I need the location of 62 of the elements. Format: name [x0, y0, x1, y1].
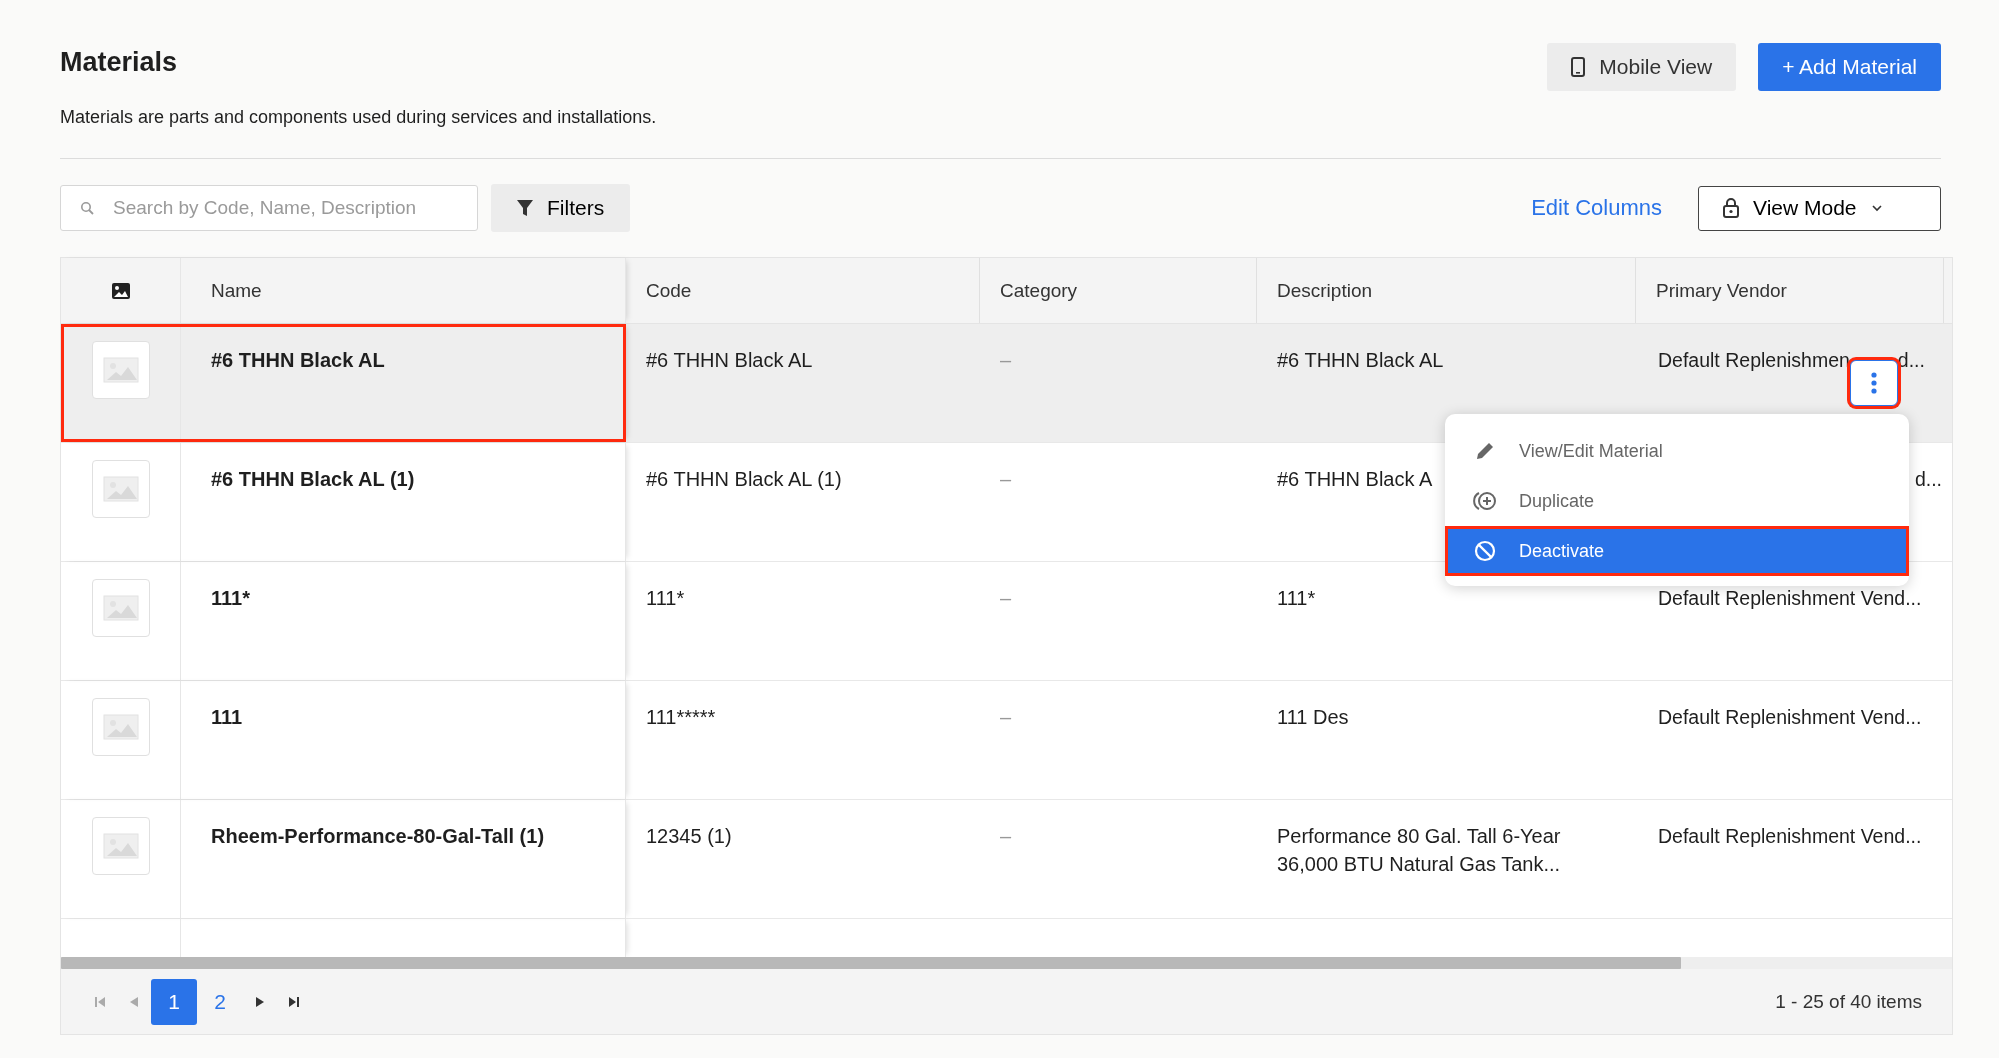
edit-columns-link[interactable]: Edit Columns: [1531, 195, 1662, 221]
items-count: 1 - 25 of 40 items: [1775, 990, 1922, 1013]
add-material-button[interactable]: + Add Material: [1758, 43, 1941, 91]
column-header[interactable]: Description: [1257, 258, 1636, 323]
table-cell-text: d...: [1914, 467, 1942, 492]
table-cell: #6 THHN Black A: [1277, 468, 1433, 490]
next-page-icon[interactable]: [256, 996, 264, 1007]
vertical-dots-icon: [1870, 372, 1877, 394]
mobile-view-button[interactable]: Mobile View: [1547, 43, 1737, 91]
table-cell: –: [1000, 825, 1012, 847]
pencil-icon: [1475, 441, 1495, 461]
menu-item[interactable]: Deactivate: [1445, 526, 1909, 576]
table-cell: #6 THHN Black AL: [1277, 349, 1444, 371]
page-button[interactable]: 2: [197, 978, 243, 1025]
menu-item[interactable]: Duplicate: [1445, 476, 1909, 526]
table-cell-text: Default Replenishment Vend...: [1658, 824, 1922, 849]
image-placeholder-icon: [91, 698, 150, 756]
filter-icon: [517, 199, 533, 217]
page-button[interactable]: 1: [151, 978, 197, 1025]
table-cell: 111*: [181, 562, 626, 680]
lock-icon: [1723, 198, 1739, 218]
table-cell-text: Default Replenishmen: [1658, 348, 1850, 373]
view-mode-dropdown[interactable]: View Mode: [1698, 185, 1941, 231]
table-cell: 111 Des: [1277, 706, 1349, 728]
table-cell: 111: [181, 681, 626, 799]
phone-icon: [1571, 57, 1586, 77]
filters-button[interactable]: Filters: [491, 184, 631, 232]
table-cell: –: [1000, 468, 1012, 490]
more-options-button[interactable]: [1849, 360, 1898, 406]
last-page-icon[interactable]: [289, 996, 299, 1007]
table-cell-text: Default Replenishment Vend...: [1658, 705, 1922, 730]
column-header[interactable]: Primary Vendor: [1636, 258, 1944, 323]
menu-item[interactable]: View/Edit Material: [1445, 426, 1909, 476]
table-cell: Performance 80 Gal. Tall 6-Year 36,000 BTU Natural Gas Tank...: [1277, 825, 1561, 875]
table-cell: 111*: [1277, 587, 1316, 609]
image-placeholder-icon: [91, 341, 150, 399]
page-title: Materials: [60, 46, 179, 78]
table-cell: #6 THHN Black AL: [181, 324, 626, 442]
table-cell-text: 12345 (1): [645, 824, 733, 849]
block-icon: [1474, 540, 1496, 562]
scrollbar-thumb[interactable]: [61, 957, 1681, 969]
table-cell-text: 111*****: [645, 705, 717, 730]
table-cell-text: #6 THHN Black AL: [645, 348, 814, 373]
table-cell: #6 THHN Black AL (1): [181, 443, 626, 561]
image-icon: [111, 282, 130, 299]
column-header[interactable]: Category: [980, 258, 1257, 323]
image-placeholder-icon: [91, 579, 150, 637]
table-cell-text: #6 THHN Black AL (1): [645, 467, 843, 492]
image-placeholder-icon: [91, 817, 150, 875]
search-field[interactable]: Search by Code, Name, Description: [60, 185, 478, 231]
table-cell-text: 111*: [645, 586, 686, 611]
column-header[interactable]: Code: [626, 258, 980, 323]
column-header[interactable]: Name: [181, 258, 626, 323]
table-cell-text: Default Replenishment Vend...: [1658, 586, 1922, 611]
table-cell: –: [1000, 587, 1012, 609]
table-cell: –: [1000, 706, 1012, 728]
table-cell: –: [1000, 349, 1012, 371]
image-placeholder-icon: [91, 460, 150, 518]
page-subtitle: Materials are parts and components used during services and installations.: [60, 106, 657, 128]
table-cell: Rheem-Performance-80-Gal-Tall (1): [181, 800, 626, 918]
add-copy-icon: [1473, 491, 1497, 511]
chevron-down-icon: [1870, 204, 1883, 212]
